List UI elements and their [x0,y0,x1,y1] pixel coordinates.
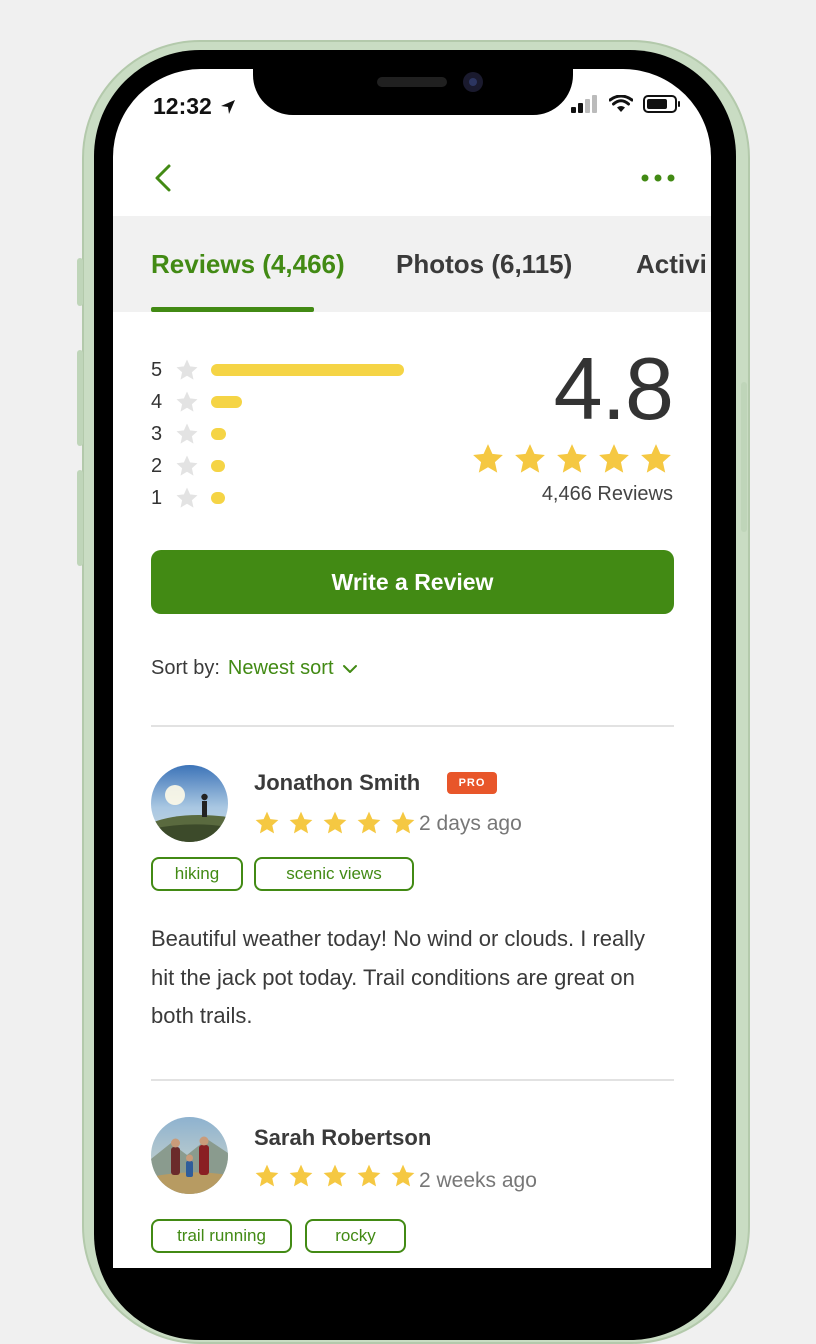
rating-bar [211,428,226,440]
silent-switch [77,258,83,306]
star-icon [176,455,198,476]
rating-bar [211,492,225,504]
avatar[interactable] [151,765,228,842]
reviewer-name[interactable]: Sarah Robertson [254,1125,431,1151]
average-rating: 4.8 [553,339,674,438]
rating-row: 5 [151,359,404,381]
write-review-button[interactable]: Write a Review [151,550,674,614]
star-icon [176,423,198,444]
review-text: Beautiful weather today! No wind or clou… [151,926,646,1028]
rating-row-label: 4 [151,390,163,413]
activity-tag[interactable]: rocky [305,1219,406,1253]
active-tab-indicator [151,307,314,312]
tab-reviews[interactable]: Reviews (4,466) [151,249,345,280]
star-icon [176,359,198,380]
signal-icon [571,95,597,113]
divider [151,1079,674,1081]
review-stars [254,810,416,836]
star-icon [515,444,545,473]
activity-tag[interactable]: trail running [151,1219,292,1253]
speaker-grille [377,77,447,87]
activity-tag[interactable]: hiking [151,857,243,891]
rating-row: 4 [151,391,242,413]
rating-bar [211,364,404,376]
star-icon [255,1164,279,1187]
tab-activities[interactable]: Activi [636,249,707,280]
rating-row: 1 [151,487,225,509]
star-icon [176,487,198,508]
pro-badge: PRO [447,772,497,794]
rating-row-label: 2 [151,454,163,477]
star-icon [323,1164,347,1187]
tab-photos[interactable]: Photos (6,115) [396,249,572,280]
volume-up-button [77,350,83,446]
notch [253,69,573,115]
chevron-down-icon[interactable] [342,664,358,674]
volume-down-button [77,470,83,566]
star-icon [473,444,503,473]
wifi-icon [609,95,633,112]
avatar[interactable] [151,1117,228,1194]
status-time-text: 12:32 [153,93,212,119]
star-icon [641,444,671,473]
star-icon [255,811,279,834]
location-arrow-icon [221,100,236,114]
star-icon [357,811,381,834]
status-indicators [571,95,681,113]
app-screen: 12:32 Reviews (4,466) Photos (6,115) Act… [113,69,711,1268]
divider [151,725,674,727]
back-chevron-icon[interactable] [153,163,173,193]
rating-bar [211,396,242,408]
more-dots-icon[interactable] [640,173,676,183]
front-camera [463,72,483,92]
tab-bar: Reviews (4,466) Photos (6,115) Activi [113,216,711,312]
star-icon [176,391,198,412]
star-icon [557,444,587,473]
rating-row-label: 5 [151,358,163,381]
rating-row: 3 [151,423,226,445]
star-icon [289,1164,313,1187]
average-stars [471,442,673,476]
rating-row: 2 [151,455,225,477]
review-stars [254,1163,416,1189]
sort-dropdown[interactable]: Newest sort [228,657,334,680]
star-icon [391,811,415,834]
star-icon [323,811,347,834]
review-date: 2 days ago [419,812,522,835]
sort-label: Sort by: [151,657,220,679]
rating-row-label: 3 [151,422,163,445]
status-time: 12:32 [153,93,236,120]
review-date: 2 weeks ago [419,1169,537,1192]
star-icon [599,444,629,473]
star-icon [289,811,313,834]
rating-bar [211,460,225,472]
star-icon [357,1164,381,1187]
sort-control: Sort by: Newest sort [151,657,358,680]
reviewer-name[interactable]: Jonathon Smith [254,770,420,796]
battery-icon [643,95,680,113]
star-icon [391,1164,415,1187]
rating-row-label: 1 [151,486,163,509]
power-button [741,382,747,532]
reviews-count: 4,466 Reviews [541,483,673,505]
activity-tag[interactable]: scenic views [254,857,414,891]
